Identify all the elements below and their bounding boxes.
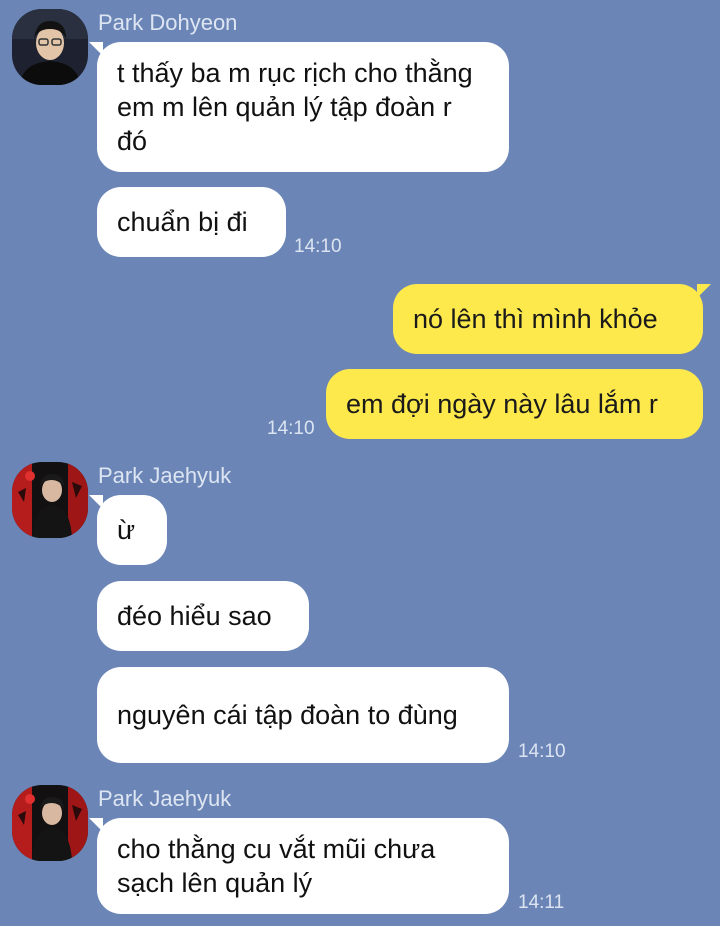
person-avatar-icon (12, 462, 88, 538)
message-bubble[interactable]: cho thằng cu vắt mũi chưa sạch lên quản … (89, 818, 509, 914)
message-text: em đợi ngày này lâu lắm r (346, 389, 658, 419)
message-timestamp: 14:10 (294, 236, 342, 257)
message-text: chuẩn bị đi (117, 207, 248, 237)
avatar-park-dohyeon[interactable] (12, 9, 88, 85)
message-timestamp: 14:11 (518, 892, 565, 913)
message-bubble[interactable]: t thấy ba m rục rịch cho thằng em m lên … (89, 42, 509, 172)
message-text: nguyên cái tập đoàn to đùng (117, 700, 458, 730)
sender-name: Park Jaehyuk (98, 786, 232, 811)
message-bubble-outgoing[interactable]: em đợi ngày này lâu lắm r (326, 369, 703, 439)
message-bubble-outgoing[interactable]: nó lên thì mình khỏe (393, 284, 711, 354)
person-avatar-icon (12, 9, 88, 85)
message-bubble[interactable]: nguyên cái tập đoàn to đùng (97, 667, 509, 763)
message-bubble[interactable]: chuẩn bị đi (97, 187, 286, 257)
message-bubble[interactable]: ừ (89, 495, 167, 565)
message-text: đéo hiểu sao (117, 601, 272, 631)
avatar-park-jaehyuk[interactable] (12, 785, 88, 861)
message-text: t thấy ba m rục rịch cho thằng em m lên … (117, 58, 473, 156)
avatar-park-jaehyuk[interactable] (12, 462, 88, 538)
message-text: nó lên thì mình khỏe (413, 304, 658, 334)
message-text: cho thằng cu vắt mũi chưa sạch lên quản … (117, 834, 436, 898)
message-bubble[interactable]: đéo hiểu sao (97, 581, 309, 651)
sender-name: Park Jaehyuk (98, 463, 232, 488)
sender-name: Park Dohyeon (98, 10, 238, 35)
message-timestamp: 14:10 (267, 418, 315, 439)
message-text: ừ (117, 515, 136, 545)
message-timestamp: 14:10 (518, 741, 566, 762)
person-avatar-icon (12, 785, 88, 861)
